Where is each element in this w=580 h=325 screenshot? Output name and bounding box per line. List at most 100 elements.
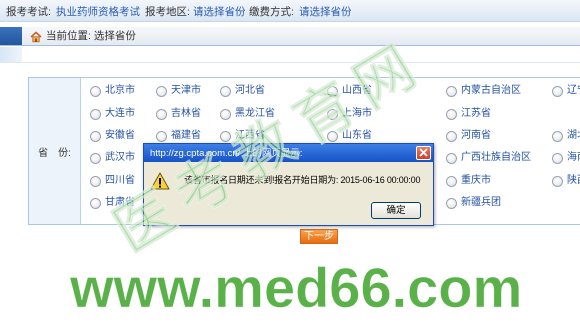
warning-icon (150, 172, 170, 190)
province-name[interactable]: 北京市 (105, 85, 135, 97)
province-name[interactable]: 福建省 (171, 130, 201, 142)
province-option[interactable]: 大连市 (90, 108, 135, 120)
side-nav-stripe (0, 27, 22, 45)
close-button[interactable] (416, 146, 431, 160)
province-name[interactable]: 上海市 (342, 108, 372, 120)
province-name[interactable]: 重庆市 (461, 175, 491, 187)
province-radio[interactable] (446, 130, 457, 142)
province-radio[interactable] (156, 130, 167, 142)
payment-label: 缴费方式: (249, 6, 294, 18)
province-name[interactable]: 辽宁 (567, 85, 580, 97)
province-option[interactable]: 陕西 (552, 175, 580, 187)
province-option[interactable]: 山西省 (327, 85, 372, 97)
province-radio[interactable] (90, 152, 101, 164)
province-radio[interactable] (90, 130, 101, 142)
province-radio[interactable] (446, 197, 457, 209)
province-option[interactable]: 江西省 (220, 130, 265, 142)
province-radio[interactable] (220, 85, 231, 97)
ok-button[interactable]: 确定 (371, 202, 421, 219)
province-option[interactable]: 海南 (552, 152, 580, 164)
province-option[interactable]: 天津市 (156, 85, 201, 97)
province-option[interactable]: 辽宁 (552, 85, 580, 97)
province-radio[interactable] (552, 85, 563, 97)
payment-value: 请选择省份 (299, 6, 352, 18)
province-name[interactable]: 山西省 (342, 85, 372, 97)
province-name[interactable]: 江西省 (235, 130, 265, 142)
province-option[interactable]: 北京市 (90, 85, 135, 97)
dialog-title: http://zg.cpta.com.cn/ 上的网页显示: (150, 148, 303, 159)
province-radio[interactable] (327, 108, 338, 120)
province-option[interactable]: 新疆兵团 (446, 197, 501, 209)
province-option[interactable]: 黑龙江省 (220, 108, 275, 120)
breadcrumb-text: 当前位置: 选择省份 (46, 30, 136, 42)
province-option[interactable]: 湖北 (552, 130, 580, 142)
province-radio[interactable] (446, 85, 457, 97)
province-option[interactable]: 河北省 (220, 85, 265, 97)
province-name[interactable]: 内蒙古自治区 (461, 85, 521, 97)
province-name[interactable]: 武汉市 (105, 152, 135, 164)
province-header-cell: 省 份: (29, 78, 81, 224)
divider (0, 62, 580, 63)
province-option[interactable]: 广西壮族自治区 (446, 152, 531, 164)
province-name[interactable]: 河南省 (461, 130, 491, 142)
province-radio[interactable] (552, 152, 563, 164)
province-name[interactable]: 四川省 (105, 175, 135, 187)
province-option[interactable]: 甘肃省 (90, 197, 135, 209)
province-name[interactable]: 江苏省 (461, 108, 491, 120)
home-icon (30, 30, 42, 43)
province-name[interactable]: 新疆兵团 (461, 197, 501, 209)
province-name[interactable]: 天津市 (171, 85, 201, 97)
province-name[interactable]: 广西壮族自治区 (461, 152, 531, 164)
province-option[interactable]: 江苏省 (446, 108, 491, 120)
province-radio[interactable] (327, 85, 338, 97)
province-option[interactable]: 内蒙古自治区 (446, 85, 521, 97)
exam-value: 执业药师资格考试 (56, 6, 140, 18)
region-label: 报考地区: (145, 6, 190, 18)
breadcrumb: 当前位置: 选择省份 (0, 27, 580, 46)
dialog-title-bar[interactable]: http://zg.cpta.com.cn/ 上的网页显示: (144, 144, 433, 162)
province-radio[interactable] (446, 152, 457, 164)
province-label: 省 份: (38, 147, 71, 159)
province-option[interactable]: 上海市 (327, 108, 372, 120)
province-radio[interactable] (156, 108, 167, 120)
province-radio[interactable] (90, 85, 101, 97)
province-name[interactable]: 山东省 (342, 130, 372, 142)
province-option[interactable]: 河南省 (446, 130, 491, 142)
province-radio[interactable] (220, 130, 231, 142)
province-radio[interactable] (90, 108, 101, 120)
province-name[interactable]: 河北省 (235, 85, 265, 97)
province-name[interactable]: 大连市 (105, 108, 135, 120)
province-option[interactable]: 福建省 (156, 130, 201, 142)
province-name[interactable]: 陕西 (567, 175, 580, 187)
province-radio[interactable] (220, 108, 231, 120)
next-step-button[interactable]: 下一步 (300, 229, 338, 244)
dialog-message: 该省市报名日期还未到!报名开始日期为: 2015-06-16 00:00:00 (184, 175, 421, 185)
province-option[interactable]: 吉林省 (156, 108, 201, 120)
province-name[interactable]: 甘肃省 (105, 197, 135, 209)
province-radio[interactable] (90, 197, 101, 209)
province-name[interactable]: 安徽省 (105, 130, 135, 142)
province-radio[interactable] (90, 175, 101, 187)
province-radio[interactable] (156, 85, 167, 97)
province-radio[interactable] (552, 130, 563, 142)
province-name[interactable]: 吉林省 (171, 108, 201, 120)
region-value: 请选择省份 (193, 6, 246, 18)
province-name[interactable]: 黑龙江省 (235, 108, 275, 120)
exam-label: 报考考试: (6, 6, 51, 18)
province-radio[interactable] (446, 175, 457, 187)
province-radio[interactable] (552, 175, 563, 187)
province-name[interactable]: 海南 (567, 152, 580, 164)
province-option[interactable]: 武汉市 (90, 152, 135, 164)
close-icon (419, 144, 428, 162)
alert-dialog: http://zg.cpta.com.cn/ 上的网页显示: 该省市报名日期还未… (143, 143, 434, 226)
province-radio[interactable] (446, 108, 457, 120)
side-panel-edge (0, 47, 22, 62)
top-info-bar: 报考考试: 执业药师资格考试 报考地区: 请选择省份 缴费方式: 请选择省份 (0, 0, 580, 22)
province-option[interactable]: 安徽省 (90, 130, 135, 142)
province-option[interactable]: 山东省 (327, 130, 372, 142)
watermark-url: www.med66.com (70, 256, 523, 319)
province-radio[interactable] (327, 130, 338, 142)
province-option[interactable]: 四川省 (90, 175, 135, 187)
province-name[interactable]: 湖北 (567, 130, 580, 142)
province-option[interactable]: 重庆市 (446, 175, 491, 187)
